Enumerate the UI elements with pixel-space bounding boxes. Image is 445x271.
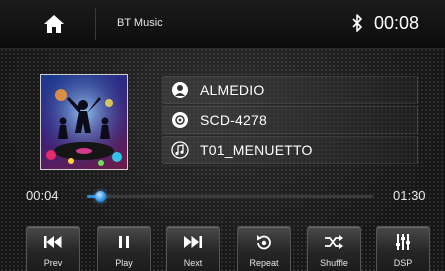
prev-label: Prev <box>43 258 63 268</box>
bluetooth-icon <box>352 14 362 32</box>
play-button[interactable]: Play <box>97 226 151 271</box>
status-bar: BT Music 00:08 <box>0 0 445 49</box>
music-note-icon <box>167 137 193 163</box>
album-name: SCD-4278 <box>200 112 267 128</box>
play-label: Play <box>115 258 133 268</box>
repeat-icon <box>238 233 290 251</box>
artist-icon <box>167 77 193 103</box>
home-icon <box>44 15 64 33</box>
album-art <box>40 74 128 170</box>
source-title: BT Music <box>117 17 163 29</box>
title-row: T01_MENUETTO <box>162 136 418 164</box>
skip-next-icon <box>167 233 219 251</box>
track-title: T01_MENUETTO <box>200 142 313 158</box>
repeat-label: Repeat <box>249 258 279 268</box>
home-button[interactable] <box>28 8 80 40</box>
total-time: 01:30 <box>393 188 426 203</box>
control-bar: Prev Play Next Repeat Shuffle DSP <box>0 222 445 271</box>
artist-row: ALMEDIO <box>162 76 418 104</box>
album-row: SCD-4278 <box>162 106 418 134</box>
progress-knob[interactable] <box>94 191 106 202</box>
next-label: Next <box>183 258 203 268</box>
album-disc-icon <box>167 107 193 133</box>
repeat-button[interactable]: Repeat <box>237 226 291 271</box>
progress-bar[interactable] <box>87 191 373 202</box>
next-button[interactable]: Next <box>166 226 220 271</box>
pause-icon <box>98 233 150 251</box>
status-divider <box>95 8 96 40</box>
album-art-image <box>41 75 127 169</box>
dsp-button[interactable]: DSP <box>376 226 430 271</box>
dsp-label: DSP <box>393 258 413 268</box>
clock: 00:08 <box>374 13 420 33</box>
artist-name: ALMEDIO <box>200 82 265 98</box>
shuffle-label: Shuffle <box>320 258 348 268</box>
skip-previous-icon <box>27 233 79 251</box>
elapsed-time: 00:04 <box>26 188 59 203</box>
prev-button[interactable]: Prev <box>26 226 80 271</box>
shuffle-icon <box>308 233 360 251</box>
shuffle-button[interactable]: Shuffle <box>307 226 361 271</box>
equalizer-icon <box>377 233 429 251</box>
